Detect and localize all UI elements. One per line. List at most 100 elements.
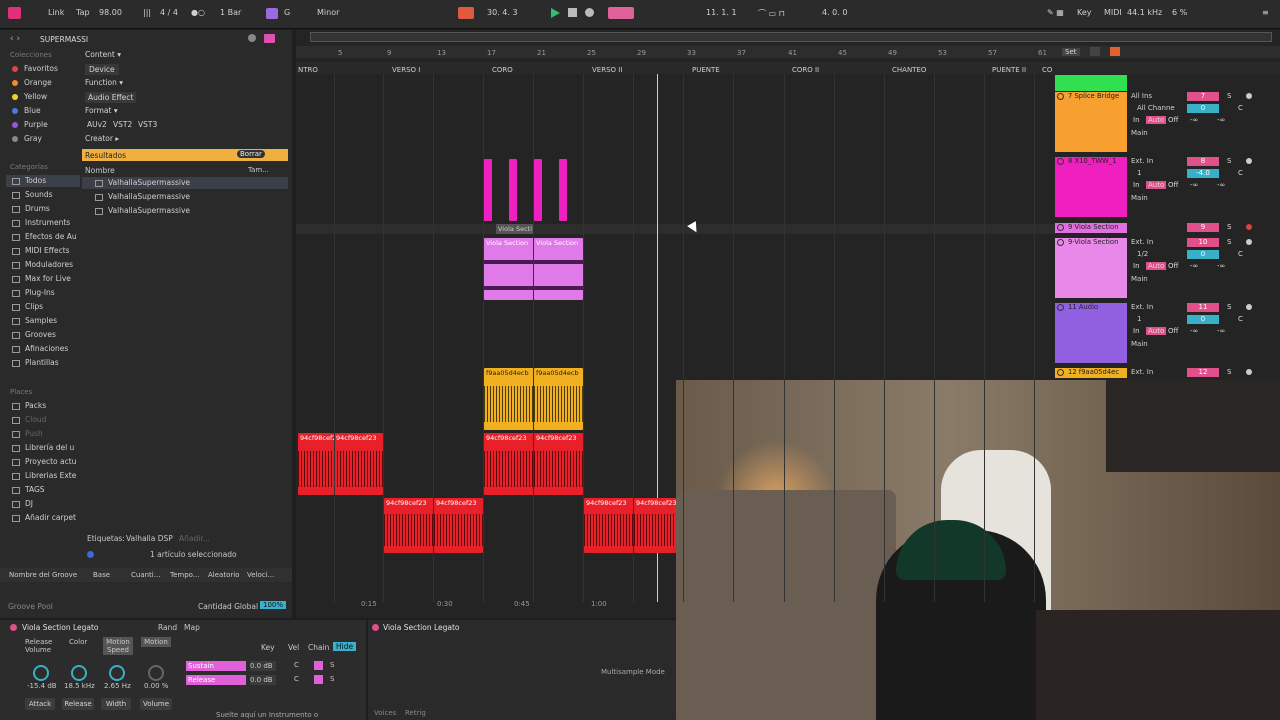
arrangement-record-icon[interactable] bbox=[458, 7, 474, 19]
arm-button[interactable] bbox=[1246, 158, 1252, 164]
track-pan[interactable]: C bbox=[1238, 169, 1243, 177]
add-tag-field[interactable]: Añadir... bbox=[179, 534, 210, 543]
device-power-icon[interactable] bbox=[10, 624, 17, 631]
place-item[interactable]: DJ bbox=[12, 499, 33, 508]
sampler-power-icon[interactable] bbox=[372, 624, 379, 631]
category-item[interactable]: Samples bbox=[12, 316, 57, 325]
creator-filter[interactable]: Creator ▸ bbox=[85, 134, 119, 143]
format-chip-vst2[interactable]: VST2 bbox=[113, 120, 132, 129]
send-value[interactable]: -∞ bbox=[1190, 116, 1198, 124]
collection-item[interactable]: Gray bbox=[12, 134, 42, 143]
track-input-channel[interactable]: 1/2 bbox=[1137, 250, 1148, 258]
macro-button-attack[interactable]: Attack bbox=[25, 698, 55, 710]
send-value[interactable]: -∞ bbox=[1190, 181, 1198, 189]
chain-solo-button[interactable]: S bbox=[330, 675, 334, 683]
groove-column-header[interactable]: Tempo... bbox=[170, 571, 200, 579]
col-size-header[interactable]: Tam... bbox=[248, 166, 269, 174]
clip-red-c2[interactable]: 94cf98cef23 bbox=[434, 498, 483, 553]
format-chip-auv2[interactable]: AUv2 bbox=[87, 120, 107, 129]
monitor-off-button[interactable]: Off bbox=[1168, 116, 1178, 124]
track-input-channel[interactable]: 1 bbox=[1137, 315, 1141, 323]
metronome-icon[interactable]: ●○ bbox=[191, 8, 205, 17]
track-input-select[interactable]: Ext. In bbox=[1131, 303, 1153, 311]
macro-button-width[interactable]: Width bbox=[101, 698, 131, 710]
macro-tab-motion[interactable]: Motion bbox=[141, 637, 171, 647]
filter-view-icon[interactable] bbox=[264, 34, 275, 43]
track-fold-icon[interactable] bbox=[1057, 369, 1064, 376]
tag-chip[interactable]: Valhalla DSP bbox=[126, 534, 173, 543]
track-fold-icon[interactable] bbox=[1057, 224, 1064, 231]
category-item[interactable]: MIDI Effects bbox=[12, 246, 70, 255]
chain-name[interactable]: Release bbox=[186, 675, 246, 685]
category-item[interactable]: Drums bbox=[12, 204, 50, 213]
clip-viola-2[interactable]: Viola Section bbox=[534, 238, 583, 300]
clip-red-d2[interactable]: 94cf98cef23 bbox=[634, 498, 676, 553]
chain-zone-button[interactable]: Chain bbox=[308, 643, 329, 652]
track-header[interactable] bbox=[1055, 157, 1127, 217]
clip-red-b2[interactable]: 94cf98cef23 bbox=[534, 433, 583, 495]
track-pan[interactable]: C bbox=[1238, 250, 1243, 258]
track-name[interactable]: 9 Viola Section bbox=[1068, 223, 1119, 231]
track-input-select[interactable]: Ext. In bbox=[1131, 368, 1153, 376]
monitor-auto-button[interactable]: Auto bbox=[1146, 327, 1167, 335]
function-filter[interactable]: Function ▾ bbox=[85, 78, 123, 87]
format-chip-vst3[interactable]: VST3 bbox=[138, 120, 157, 129]
track-name[interactable]: 12 f9aa05d4ec bbox=[1068, 368, 1119, 376]
locator-marker[interactable]: PUENTE II bbox=[992, 66, 1026, 74]
monitor-in-button[interactable]: In bbox=[1133, 327, 1140, 335]
locator-marker[interactable]: PUENTE bbox=[692, 66, 720, 74]
chain-volume[interactable]: 0.0 dB bbox=[250, 675, 276, 685]
color-knob[interactable] bbox=[71, 665, 87, 681]
track-volume[interactable]: 0 bbox=[1187, 250, 1219, 259]
groove-column-header[interactable]: Nombre del Groove bbox=[9, 571, 77, 579]
clip-viola-automation[interactable]: Viola Secti bbox=[496, 224, 534, 234]
menu-icon[interactable]: ≡ bbox=[1262, 8, 1269, 17]
groove-column-header[interactable]: Veloci... bbox=[247, 571, 274, 579]
chain-volume[interactable]: 0.0 dB bbox=[250, 661, 276, 671]
draw-mode-icon[interactable]: ⌒ ▭ ⊓ bbox=[758, 8, 785, 19]
category-item[interactable]: Plug-Ins bbox=[12, 288, 55, 297]
arm-button[interactable] bbox=[1246, 239, 1252, 245]
chain-solo-button[interactable]: S bbox=[330, 661, 334, 669]
monitor-off-button[interactable]: Off bbox=[1168, 327, 1178, 335]
macro-tab-color[interactable]: Color bbox=[69, 638, 87, 646]
macro-tab-release-volume[interactable]: Release Volume bbox=[25, 638, 57, 654]
device-filter-chip[interactable]: Device bbox=[85, 64, 119, 75]
retrig-tab[interactable]: Retrig bbox=[405, 709, 426, 717]
track-volume[interactable]: -4.0 bbox=[1187, 169, 1219, 178]
overdub-icon[interactable] bbox=[608, 7, 634, 19]
tempo-field[interactable]: 98.00 bbox=[99, 8, 122, 17]
category-item[interactable]: Moduladores bbox=[12, 260, 73, 269]
arm-button[interactable] bbox=[1246, 224, 1252, 230]
locator-marker[interactable]: CO bbox=[1042, 66, 1052, 74]
groove-column-header[interactable]: Aleatorio bbox=[208, 571, 239, 579]
track-output-select[interactable]: Main bbox=[1131, 340, 1148, 348]
clip-x10-1[interactable] bbox=[484, 159, 492, 221]
locator-marker[interactable]: VERSO I bbox=[392, 66, 420, 74]
send-value[interactable]: -∞ bbox=[1217, 262, 1225, 270]
expand-icon[interactable] bbox=[1090, 47, 1100, 56]
quantization-select[interactable]: 1 Bar bbox=[220, 8, 241, 17]
clip-yellow-2[interactable]: f9aa05d4ecb bbox=[534, 368, 583, 430]
category-item[interactable]: Plantillas bbox=[12, 358, 59, 367]
chain-mute-icon[interactable] bbox=[314, 661, 323, 670]
midi-map-button[interactable]: MIDI bbox=[1104, 8, 1122, 17]
format-filter[interactable]: Format ▾ bbox=[85, 106, 118, 115]
map-button[interactable]: Map bbox=[184, 623, 200, 632]
clip-x10-2[interactable] bbox=[509, 159, 517, 221]
clear-filters-button[interactable]: Borrar bbox=[237, 150, 265, 158]
locator-marker[interactable]: CORO bbox=[492, 66, 513, 74]
track-pan[interactable]: C bbox=[1238, 104, 1243, 112]
place-item[interactable]: Librerias Exte bbox=[12, 471, 76, 480]
track-pan[interactable]: C bbox=[1238, 315, 1243, 323]
track-number[interactable]: 12 bbox=[1187, 368, 1219, 377]
track-number[interactable]: 11 bbox=[1187, 303, 1219, 312]
release-volume-knob[interactable] bbox=[33, 665, 49, 681]
chain-name[interactable]: Sustain bbox=[186, 661, 246, 671]
send-value[interactable]: -∞ bbox=[1217, 327, 1225, 335]
track-output-select[interactable]: Main bbox=[1131, 275, 1148, 283]
place-item[interactable]: Cloud bbox=[12, 415, 46, 424]
track-input-channel[interactable]: 1 bbox=[1137, 169, 1141, 177]
track-volume[interactable]: 0 bbox=[1187, 315, 1219, 324]
nudge-icon[interactable]: ||| bbox=[143, 8, 151, 17]
